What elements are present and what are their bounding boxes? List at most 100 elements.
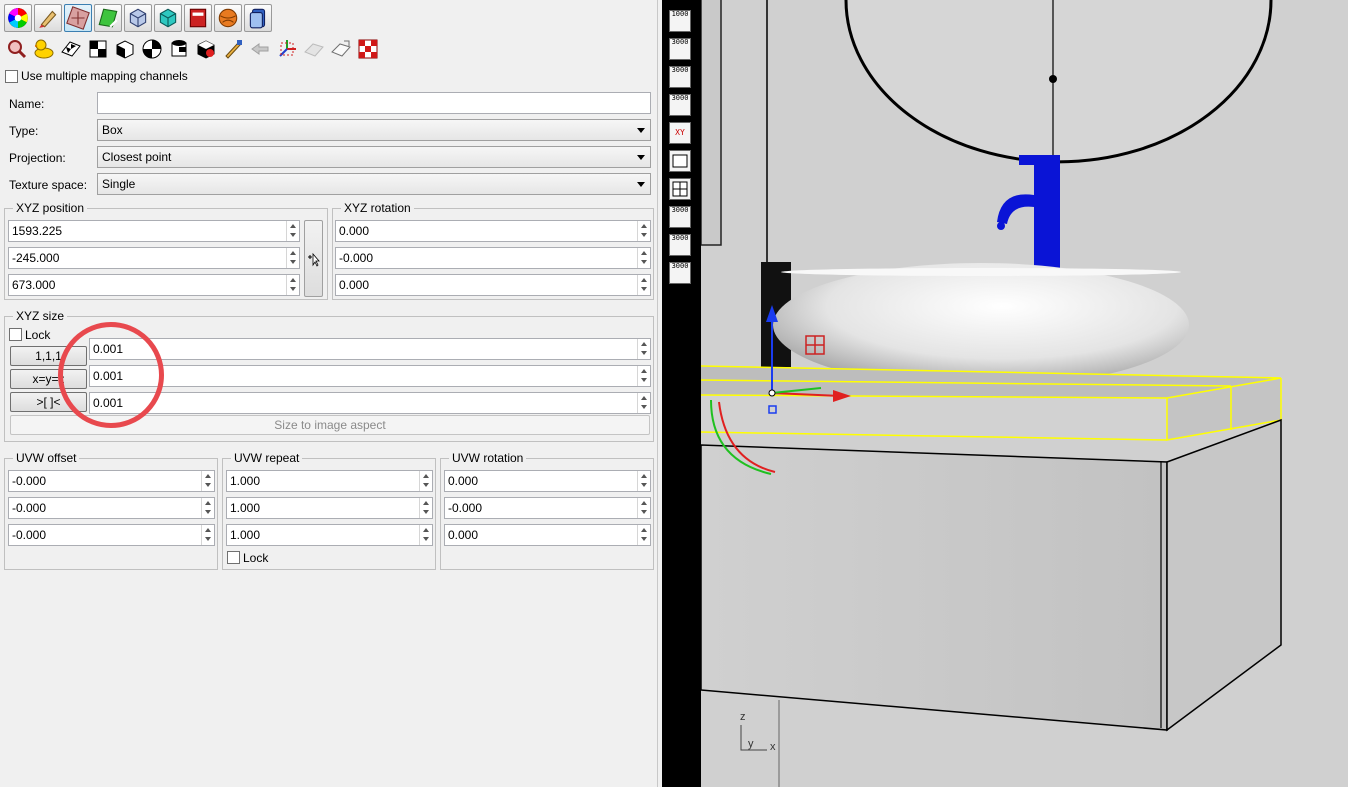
layout-3000-red-button[interactable]: 3000 (669, 66, 691, 88)
plane-disabled-icon[interactable] (303, 38, 325, 60)
checker-cube-icon[interactable] (114, 38, 136, 60)
size-x-input[interactable]: 0.001 (89, 338, 651, 360)
uvw-rotation-w-spinner[interactable] (637, 525, 650, 545)
repeat-u-input[interactable]: 1.000 (226, 470, 433, 492)
uvw-rotation-w-input[interactable]: 0.000 (444, 524, 651, 546)
offset-v-spinner[interactable] (201, 498, 214, 518)
offset-w-value: -0.000 (12, 528, 47, 542)
offset-v-input[interactable]: -0.000 (8, 497, 215, 519)
repeat-v-spinner[interactable] (419, 498, 432, 518)
texture-mapping-icon (66, 6, 90, 30)
size-z-input[interactable]: 0.001 (89, 392, 651, 414)
layout-1000-button[interactable]: 1000 (669, 10, 691, 32)
repeat-u-value: 1.000 (230, 474, 261, 488)
decal-button[interactable] (94, 4, 122, 32)
name-label: Name: (9, 97, 45, 111)
layout-3000-button[interactable]: 3000 (669, 38, 691, 60)
paint-brush-button[interactable] (34, 4, 62, 32)
uvw-rotation-v-input[interactable]: -0.000 (444, 497, 651, 519)
pick-position-button[interactable] (304, 220, 323, 297)
rotation-z-input[interactable]: 0.000 (335, 274, 651, 296)
arrow-disabled-icon[interactable] (249, 38, 271, 60)
mapping-toolbar (6, 38, 379, 62)
size-111-button[interactable]: 1,1,1 (10, 346, 87, 366)
offset-w-spinner[interactable] (201, 525, 214, 545)
rotation-x-input[interactable]: 0.000 (335, 220, 651, 242)
checker-cylinder-icon[interactable] (168, 38, 190, 60)
layout-3000-b-button[interactable]: 3000 (669, 94, 691, 116)
rotation-z-spinner[interactable] (637, 275, 650, 295)
rotation-y-input[interactable]: -0.000 (335, 247, 651, 269)
size-x-spinner[interactable] (637, 339, 650, 359)
yellow-duck-icon[interactable] (33, 38, 55, 60)
repeat-v-input[interactable]: 1.000 (226, 497, 433, 519)
environment-cube-button[interactable] (154, 4, 182, 32)
type-select[interactable]: Box (97, 119, 651, 141)
magnify-mapping-icon[interactable] (6, 38, 28, 60)
offset-w-input[interactable]: -0.000 (8, 524, 215, 546)
cursor-pick-icon (308, 252, 320, 267)
layers-button[interactable] (244, 4, 272, 32)
size-xyz-equal-button[interactable]: x=y=z (10, 369, 87, 389)
offset-u-input[interactable]: -0.000 (8, 470, 215, 492)
axis-z-label: z (740, 711, 746, 723)
size-lock-checkbox[interactable] (9, 328, 22, 341)
red-checker-icon[interactable] (357, 38, 379, 60)
size-fit-button[interactable]: >[ ]< (10, 392, 87, 412)
type-select-value: Box (102, 123, 123, 137)
rotation-x-spinner[interactable] (637, 221, 650, 241)
position-x-spinner[interactable] (286, 221, 299, 241)
size-lock-label: Lock (25, 328, 51, 342)
checker-box-icon[interactable] (87, 38, 109, 60)
red-book-icon (189, 8, 207, 28)
xy-plane-button[interactable]: XY (669, 122, 691, 144)
position-z-spinner[interactable] (286, 275, 299, 295)
offset-u-spinner[interactable] (201, 471, 214, 491)
color-wheel-button[interactable] (4, 4, 32, 32)
rotation-y-value: -0.000 (339, 251, 374, 265)
uvw-rotation-v-spinner[interactable] (637, 498, 650, 518)
texture-mapping-panel: Use multiple mapping channels Name: Type… (0, 0, 658, 787)
projection-select[interactable]: Closest point (97, 146, 651, 168)
name-input[interactable] (97, 92, 651, 114)
perspective-viewport[interactable]: z y x (701, 0, 1348, 787)
wire-cube-button[interactable] (124, 4, 152, 32)
checker-sphere-icon[interactable] (141, 38, 163, 60)
size-z-spinner[interactable] (637, 393, 650, 413)
gumball-icon[interactable] (276, 38, 298, 60)
layout-3000-c-button[interactable]: 3000 (669, 206, 691, 228)
library-button[interactable] (184, 4, 212, 32)
layout-3000-d-icon: 3000 (671, 234, 689, 242)
checker-red-icon[interactable] (195, 38, 217, 60)
size-y-spinner[interactable] (637, 366, 650, 386)
layout-3000-d-button[interactable]: 3000 (669, 234, 691, 256)
xyz-position-title: XYZ position (13, 201, 88, 215)
repeat-lock-checkbox[interactable] (227, 551, 240, 564)
brush-apply-icon[interactable] (222, 38, 244, 60)
repeat-w-input[interactable]: 1.000 (226, 524, 433, 546)
repeat-u-spinner[interactable] (419, 471, 432, 491)
rotation-y-spinner[interactable] (637, 248, 650, 268)
uvw-rotation-u-input[interactable]: 0.000 (444, 470, 651, 492)
size-to-image-aspect-button[interactable]: Size to image aspect (10, 415, 650, 435)
layout-3000-e-button[interactable]: 3000 (669, 262, 691, 284)
multi-channel-checkbox[interactable] (5, 70, 18, 83)
position-z-input[interactable]: 673.000 (8, 274, 300, 296)
uvw-rotation-u-spinner[interactable] (637, 471, 650, 491)
projection-label: Projection: (9, 151, 66, 165)
sun-button[interactable] (214, 4, 242, 32)
repeat-v-value: 1.000 (230, 501, 261, 515)
position-x-input[interactable]: 1593.225 (8, 220, 300, 242)
size-y-input[interactable]: 0.001 (89, 365, 651, 387)
four-viewports-button[interactable] (669, 178, 691, 200)
chevron-down-icon (637, 155, 645, 160)
texture-mapping-button[interactable] (64, 4, 92, 32)
single-viewport-button[interactable] (669, 150, 691, 172)
multi-channel-label: Use multiple mapping channels (21, 69, 188, 83)
texture-space-select[interactable]: Single (97, 173, 651, 195)
plane-outline-icon[interactable] (330, 38, 352, 60)
checker-planar-icon[interactable] (60, 38, 82, 60)
position-y-spinner[interactable] (286, 248, 299, 268)
position-y-input[interactable]: -245.000 (8, 247, 300, 269)
repeat-w-spinner[interactable] (419, 525, 432, 545)
